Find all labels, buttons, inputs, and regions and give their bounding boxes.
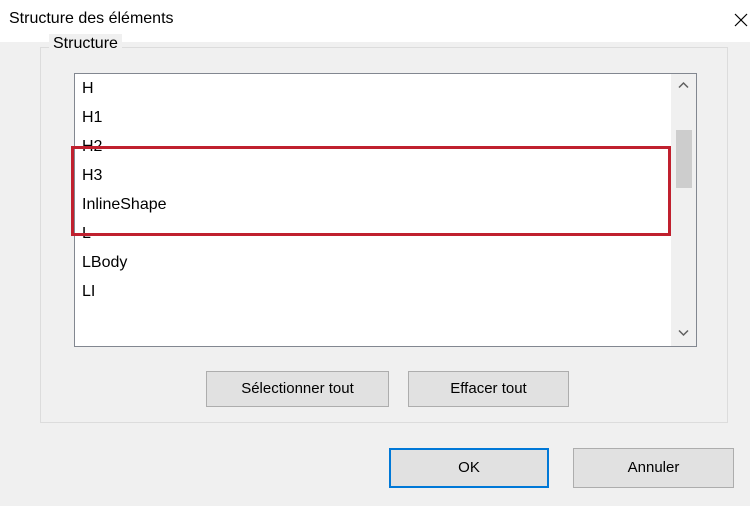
close-icon — [734, 13, 748, 27]
list-item-l[interactable]: L — [75, 219, 671, 248]
close-button[interactable] — [730, 8, 750, 30]
scroll-thumb[interactable] — [676, 130, 692, 188]
ok-button[interactable]: OK — [389, 448, 549, 488]
list-item-h[interactable]: H — [75, 74, 671, 103]
cancel-button[interactable]: Annuler — [573, 448, 734, 488]
list-item-inlineshape[interactable]: InlineShape — [75, 190, 671, 219]
dialog-window: Structure des éléments Structure H H1 H2… — [0, 0, 750, 506]
dialog-title: Structure des éléments — [9, 10, 174, 27]
structure-group-label: Structure — [49, 34, 122, 54]
list-scrollbar[interactable] — [671, 74, 696, 346]
list-item-lbody[interactable]: LBody — [75, 248, 671, 277]
list-item-li[interactable]: LI — [75, 277, 671, 306]
list-item-h2[interactable]: H2 — [75, 132, 671, 161]
structure-list: H H1 H2 H3 InlineShape L LBody LI — [75, 74, 671, 306]
chevron-down-icon — [678, 329, 689, 337]
scroll-down-button[interactable] — [671, 322, 696, 346]
clear-all-button[interactable]: Effacer tout — [408, 371, 569, 407]
select-all-button[interactable]: Sélectionner tout — [206, 371, 389, 407]
list-item-h1[interactable]: H1 — [75, 103, 671, 132]
structure-listbox[interactable]: H H1 H2 H3 InlineShape L LBody LI — [74, 73, 697, 347]
scroll-up-button[interactable] — [671, 74, 696, 98]
list-item-h3[interactable]: H3 — [75, 161, 671, 190]
chevron-up-icon — [678, 81, 689, 89]
